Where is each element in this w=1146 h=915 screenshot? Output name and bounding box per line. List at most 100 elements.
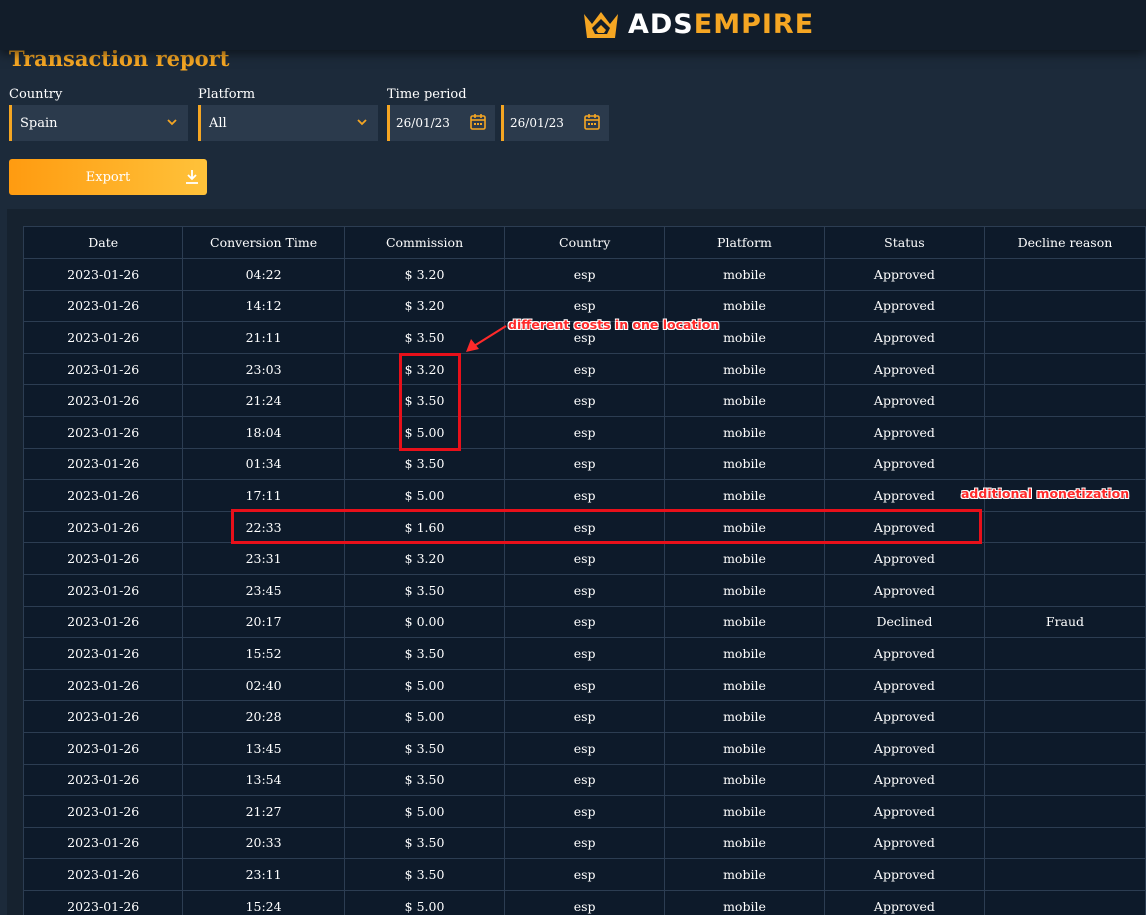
cell-status: Approved (823, 258, 985, 291)
transaction-table-panel: Date Conversion Time Commission Country Plat… (7, 209, 1146, 915)
table-row: 2023-01-26 21:27 $ 5.00 esp mobile Approved (22, 795, 1146, 828)
table-row: 2023-01-26 18:04 $ 5.00 esp mobile Approved (22, 415, 1146, 449)
table-row: 2023-01-26 01:34 $ 3.50 esp mobile Approved (22, 447, 1146, 481)
date-from-value: 26/01/23 (396, 116, 450, 130)
cell-platform: mobile (664, 668, 825, 702)
cell-status: Approved (823, 858, 985, 891)
cell-commission: $ 5.00 (343, 700, 506, 733)
table-row: 2023-01-26 13:45 $ 3.50 esp mobile Approved (22, 731, 1146, 765)
export-button[interactable]: Export (9, 159, 207, 195)
time-period-label: Time period (387, 87, 467, 102)
cell-commission: $ 3.50 (343, 731, 506, 765)
date-to-field[interactable]: 26/01/23 (501, 105, 609, 141)
cell-country: esp (504, 447, 666, 481)
column-header-commission[interactable]: Commission (343, 226, 506, 259)
cell-date: 2023-01-26 (22, 889, 184, 915)
export-button-label: Export (85, 169, 131, 185)
table-row: 2023-01-26 20:28 $ 5.00 esp mobile Approved (22, 700, 1146, 733)
cell-status: Approved (823, 542, 985, 575)
cell-platform: mobile (664, 637, 825, 670)
platform-select[interactable]: All (198, 105, 378, 141)
table-row: 2023-01-26 21:24 $ 3.50 esp mobile Approved (22, 384, 1146, 417)
cell-decline-reason (983, 258, 1146, 291)
cell-status: Approved (823, 415, 985, 449)
cell-country: esp (504, 573, 666, 607)
cell-platform: mobile (664, 795, 825, 828)
calendar-icon[interactable] (469, 113, 487, 131)
cell-country: esp (504, 889, 666, 915)
cell-commission: $ 3.50 (343, 573, 506, 607)
cell-status: Approved (823, 321, 985, 354)
table-header-row: Date Conversion Time Commission Country Plat… (22, 226, 1146, 259)
cell-date: 2023-01-26 (22, 605, 184, 639)
date-from-field[interactable]: 26/01/23 (387, 105, 495, 141)
cell-date: 2023-01-26 (22, 321, 184, 354)
cell-status: Approved (823, 573, 985, 607)
cell-country: esp (504, 700, 666, 733)
cell-decline-reason (983, 668, 1146, 702)
download-icon (186, 170, 198, 184)
cell-platform: mobile (664, 858, 825, 891)
cell-commission: $ 5.00 (343, 889, 506, 915)
table-row: 2023-01-26 02:40 $ 5.00 esp mobile Approved (22, 668, 1146, 702)
cell-date: 2023-01-26 (22, 510, 184, 544)
cell-commission: $ 3.20 (343, 542, 506, 575)
cell-commission: $ 0.00 (343, 605, 506, 639)
cell-commission: $ 3.50 (343, 637, 506, 670)
cell-conversion-time: 15:24 (182, 889, 345, 915)
cell-platform: mobile (664, 573, 825, 607)
cell-conversion-time: 02:40 (182, 668, 345, 702)
calendar-icon[interactable] (583, 113, 601, 131)
country-select[interactable]: Spain (9, 105, 188, 141)
cell-conversion-time: 13:54 (182, 763, 345, 797)
cell-commission: $ 3.50 (343, 858, 506, 891)
column-header-decline-reason[interactable]: Decline reason (983, 226, 1146, 259)
cell-platform: mobile (664, 731, 825, 765)
top-bar: ADSEMPIRE (0, 0, 1146, 50)
cell-conversion-time: 23:45 (182, 573, 345, 607)
annotation-arrow-icon (466, 325, 507, 352)
cell-date: 2023-01-26 (22, 731, 184, 765)
cell-platform: mobile (664, 763, 825, 797)
column-header-platform[interactable]: Platform (664, 226, 825, 259)
cell-status: Approved (823, 289, 985, 323)
cell-conversion-time: 21:24 (182, 384, 345, 417)
cell-decline-reason (983, 700, 1146, 733)
cell-conversion-time: 20:28 (182, 700, 345, 733)
column-header-status[interactable]: Status (823, 226, 985, 259)
cell-commission: $ 3.20 (343, 289, 506, 323)
cell-country: esp (504, 258, 666, 291)
cell-date: 2023-01-26 (22, 415, 184, 449)
annotation-box-monetization (231, 509, 982, 544)
column-header-country[interactable]: Country (504, 226, 666, 259)
cell-conversion-time: 18:04 (182, 415, 345, 449)
annotation-monetization-note: additional monetization (961, 486, 1130, 501)
cell-date: 2023-01-26 (22, 637, 184, 670)
chevron-down-icon (357, 119, 367, 126)
cell-country: esp (504, 542, 666, 575)
cell-conversion-time: 13:45 (182, 731, 345, 765)
cell-date: 2023-01-26 (22, 352, 184, 386)
cell-decline-reason (983, 510, 1146, 544)
table-row: 2023-01-26 15:24 $ 5.00 esp mobile Approved (22, 889, 1146, 915)
cell-commission: $ 5.00 (343, 479, 506, 512)
country-select-value: Spain (20, 115, 58, 131)
cell-platform: mobile (664, 384, 825, 417)
cell-decline-reason: Fraud (983, 605, 1146, 639)
cell-commission: $ 5.00 (343, 668, 506, 702)
cell-conversion-time: 15:52 (182, 637, 345, 670)
brand-logo[interactable]: ADSEMPIRE (582, 5, 814, 43)
brand-name: ADSEMPIRE (628, 11, 814, 38)
cell-decline-reason (983, 542, 1146, 575)
cell-decline-reason (983, 826, 1146, 860)
table-row: 2023-01-26 15:52 $ 3.50 esp mobile Approved (22, 637, 1146, 670)
cell-platform: mobile (664, 447, 825, 481)
cell-date: 2023-01-26 (22, 763, 184, 797)
cell-platform: mobile (664, 258, 825, 291)
cell-conversion-time: 20:33 (182, 826, 345, 860)
column-header-date[interactable]: Date (22, 226, 184, 259)
column-header-conversion-time[interactable]: Conversion Time (182, 226, 345, 259)
cell-decline-reason (983, 289, 1146, 323)
table-row: 2023-01-26 23:45 $ 3.50 esp mobile Approved (22, 573, 1146, 607)
table-row: 2023-01-26 23:31 $ 3.20 esp mobile Approved (22, 542, 1146, 575)
